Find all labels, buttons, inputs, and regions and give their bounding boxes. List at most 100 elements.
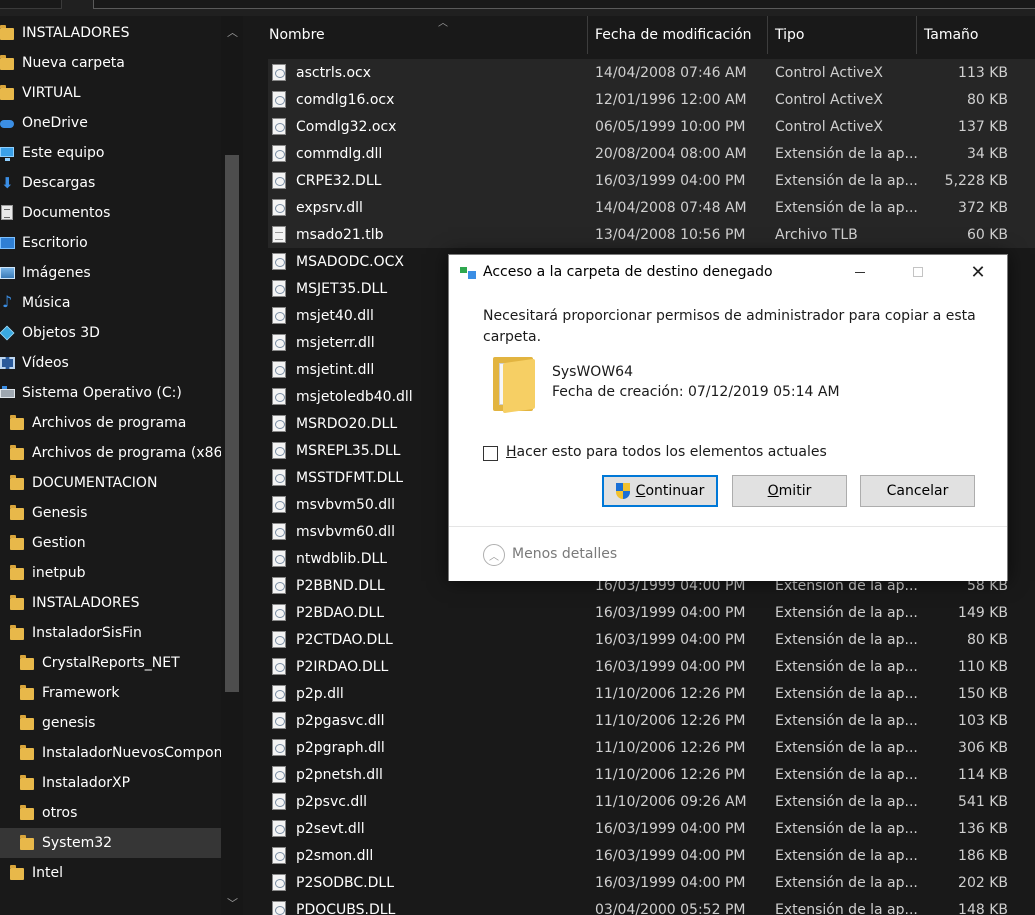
file-row[interactable]: P2CTDAO.DLL 16/03/1999 04:00 PM Extensión … [268, 626, 1035, 653]
column-type-header[interactable]: Tipo [767, 16, 917, 54]
file-type: Extensión de la ap... [775, 712, 918, 729]
file-name: commdlg.dll [296, 145, 383, 162]
scroll-down-arrow-icon[interactable]: ﹀ [227, 895, 238, 911]
scrollbar-thumb[interactable] [225, 155, 239, 692]
sidebar-item[interactable]: InstaladorSisFin [0, 618, 221, 648]
sidebar-item-label: Imágenes [22, 265, 91, 281]
file-name: p2p.dll [296, 685, 344, 702]
sidebar-item-label: OneDrive [22, 115, 88, 131]
fewer-details-link[interactable]: Menos detalles [512, 546, 617, 562]
column-name-header[interactable]: Nombre ︿ [261, 16, 588, 54]
file-type: Extensión de la ap... [775, 874, 918, 891]
sidebar-item[interactable]: System32 [0, 828, 221, 858]
sidebar-item-label: System32 [42, 835, 113, 851]
sidebar-item[interactable]: Gestion [0, 528, 221, 558]
sidebar-item[interactable]: InstaladorXP [0, 768, 221, 798]
sidebar-item[interactable]: Este equipo [0, 138, 221, 168]
sidebar-item[interactable]: Vídeos [0, 348, 221, 378]
file-type: Extensión de la ap... [775, 199, 918, 216]
file-row[interactable]: CRPE32.DLL 16/03/1999 04:00 PM Extensión d… [268, 167, 1035, 194]
column-size-header[interactable]: Tamaño [916, 16, 1020, 54]
settings-file-icon [272, 199, 286, 216]
sidebar-item[interactable]: ♪ Música [0, 288, 221, 318]
address-bar-edge[interactable] [0, 0, 62, 9]
file-name: comdlg16.ocx [296, 91, 395, 108]
file-type: Extensión de la ap... [775, 847, 918, 864]
file-name: P2CTDAO.DLL [296, 631, 393, 648]
file-row[interactable]: asctrls.ocx 14/04/2008 07:46 AM Control Ac… [268, 59, 1035, 86]
navigation-scrollbar[interactable]: ︿ ﹀ [221, 16, 243, 915]
file-row[interactable]: P2BDAO.DLL 16/03/1999 04:00 PM Extensión d… [268, 599, 1035, 626]
settings-file-icon [272, 766, 286, 783]
sidebar-item[interactable]: ⬇ Descargas [0, 168, 221, 198]
chevron-up-icon[interactable]: ︿ [483, 544, 505, 566]
sidebar-item[interactable]: Intel [0, 858, 221, 888]
sidebar-item[interactable]: InstaladorNuevosComponentes [0, 738, 243, 768]
settings-file-icon [272, 847, 286, 864]
file-row[interactable]: p2psvc.dll 11/10/2006 09:26 AM Extensión d… [268, 788, 1035, 815]
dialog-titlebar[interactable]: Acceso a la carpeta de destino denegado … [449, 255, 1007, 289]
file-size: 80 KB [966, 631, 1008, 648]
apply-to-all-checkbox[interactable] [483, 446, 498, 461]
sidebar-item[interactable]: genesis [0, 708, 221, 738]
file-row[interactable]: p2smon.dll 16/03/1999 04:00 PM Extensión d… [268, 842, 1035, 869]
minimize-button[interactable] [831, 255, 889, 289]
file-row[interactable]: p2pnetsh.dll 11/10/2006 12:26 PM Extensión… [268, 761, 1035, 788]
sidebar-item[interactable]: Archivos de programa [0, 408, 221, 438]
file-row[interactable]: commdlg.dll 20/08/2004 08:00 AM Extensión … [268, 140, 1035, 167]
sidebar-item[interactable]: Escritorio [0, 228, 221, 258]
folder-icon [20, 835, 36, 851]
scroll-up-arrow-icon[interactable]: ︿ [227, 24, 238, 40]
continue-button[interactable]: Continuar [602, 475, 718, 507]
sidebar-item[interactable]: Documentos [0, 198, 221, 228]
sidebar-item[interactable]: DOCUMENTACION [0, 468, 221, 498]
file-size: 149 KB [958, 604, 1008, 621]
sidebar-item[interactable]: Objetos 3D [0, 318, 221, 348]
sidebar-item-label: CrystalReports_NET [42, 655, 180, 671]
file-name: msjetint.dll [296, 361, 375, 378]
sidebar-item[interactable]: OneDrive [0, 108, 221, 138]
file-row[interactable]: expsrv.dll 14/04/2008 07:48 AM Extensión d… [268, 194, 1035, 221]
sidebar-item[interactable]: Framework [0, 678, 221, 708]
settings-file-icon [272, 874, 286, 891]
file-type: Control ActiveX [775, 91, 883, 108]
top-toolbar-strip [0, 0, 1035, 16]
file-row[interactable]: Comdlg32.ocx 06/05/1999 10:00 PM Control A… [268, 113, 1035, 140]
column-date-header[interactable]: Fecha de modificación [587, 16, 768, 54]
maximize-icon [913, 267, 923, 277]
sidebar-item-label: DOCUMENTACION [32, 475, 158, 491]
cancel-button[interactable]: Cancelar [860, 475, 975, 507]
file-row[interactable]: PDOCUBS.DLL 03/04/2000 05:52 PM Extensión … [268, 896, 1035, 915]
sidebar-item[interactable]: INSTALADORES [0, 588, 221, 618]
file-type: Control ActiveX [775, 118, 883, 135]
sidebar-item[interactable]: Genesis [0, 498, 221, 528]
sidebar-item[interactable]: Archivos de programa (x86) [0, 438, 228, 468]
sidebar-item[interactable]: Sistema Operativo (C:) [0, 378, 221, 408]
skip-button[interactable]: Omitir [732, 475, 847, 507]
file-row[interactable]: P2SODBC.DLL 16/03/1999 04:00 PM Extensión … [268, 869, 1035, 896]
sidebar-item[interactable]: inetpub [0, 558, 221, 588]
navigation-pane: INSTALADORES Nueva carpeta VIRTUAL OneDrive… [0, 16, 243, 915]
apply-to-all-label[interactable]: Hacer esto para todos los elementos actu… [506, 444, 827, 460]
file-row[interactable]: comdlg16.ocx 12/01/1996 12:00 AM Control A… [268, 86, 1035, 113]
file-row[interactable]: p2p.dll 11/10/2006 12:26 PM Extensión de l… [268, 680, 1035, 707]
file-row[interactable]: p2sevt.dll 16/03/1999 04:00 PM Extensión d… [268, 815, 1035, 842]
dialog-title: Acceso a la carpeta de destino denegado [483, 264, 773, 280]
file-row[interactable]: p2pgasvc.dll 11/10/2006 12:26 PM Extensión… [268, 707, 1035, 734]
column-name-label: Nombre [269, 27, 325, 43]
sidebar-item[interactable]: VIRTUAL [0, 78, 221, 108]
sidebar-item[interactable]: CrystalReports_NET [0, 648, 221, 678]
folder-icon [10, 595, 26, 611]
sidebar-item[interactable]: INSTALADORES [0, 18, 221, 48]
file-row[interactable]: P2IRDAO.DLL 16/03/1999 04:00 PM Extensión … [268, 653, 1035, 680]
file-row[interactable]: msado21.tlb 13/04/2008 10:56 PM Archivo TL… [268, 221, 1035, 248]
file-date: 16/03/1999 04:00 PM [595, 172, 746, 189]
sidebar-item[interactable]: Imágenes [0, 258, 221, 288]
close-button[interactable]: ✕ [949, 255, 1007, 289]
folder-icon [20, 685, 36, 701]
sidebar-item[interactable]: Nueva carpeta [0, 48, 221, 78]
folder-icon [0, 55, 16, 71]
file-row[interactable]: p2pgraph.dll 11/10/2006 12:26 PM Extensión… [268, 734, 1035, 761]
search-box[interactable] [93, 0, 1035, 9]
sidebar-item[interactable]: otros [0, 798, 221, 828]
